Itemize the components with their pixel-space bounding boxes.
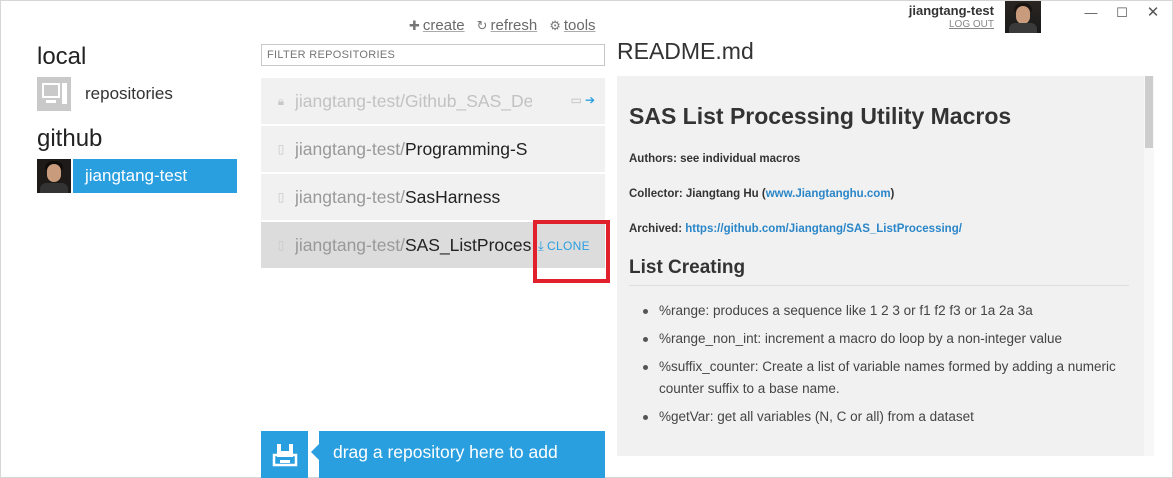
arrow-right-icon: ➔: [584, 93, 595, 107]
readme-bullet-list: %range: produces a sequence like 1 2 3 o…: [629, 300, 1129, 428]
collector-link[interactable]: www.Jiangtanghu.com: [766, 188, 891, 200]
list-item: %range_non_int: increment a macro do loo…: [641, 328, 1129, 350]
repo-row[interactable]: ▯ jiangtang-test/SasHarness: [261, 174, 605, 220]
readme-scrollbar[interactable]: [1144, 76, 1154, 456]
sidebar-item-label: repositories: [85, 84, 173, 103]
github-section-title: github: [37, 125, 103, 152]
sidebar-item-repositories[interactable]: repositories: [37, 77, 237, 111]
repo-row[interactable]: ▯ jiangtang-test/Programming-S: [261, 126, 605, 172]
logout-link[interactable]: LOG OUT: [906, 19, 994, 30]
drop-zone-label: drag a repository here to add: [319, 431, 605, 478]
readme-panel[interactable]: SAS List Processing Utility Macros Autho…: [617, 76, 1154, 456]
lock-icon: 🔒︎: [277, 93, 285, 108]
monitor-icon: ▭: [570, 93, 582, 107]
account-avatar[interactable]: [1005, 1, 1041, 33]
sidebar-item-github-account[interactable]: jiangtang-test: [37, 159, 237, 193]
readme-collector: Collector: Jiangtang Hu (www.Jiangtanghu…: [629, 188, 895, 200]
readme-subheading: List Creating: [629, 257, 1129, 286]
refresh-button[interactable]: ↻ refresh: [477, 17, 538, 34]
readme-archived: Archived: https://github.com/Jiangtang/S…: [629, 223, 962, 235]
app-window: ✚ create ↻ refresh ⚙ tools jiangtang-tes…: [0, 0, 1173, 478]
close-icon[interactable]: ✕: [1145, 5, 1161, 21]
list-item: %range: produces a sequence like 1 2 3 o…: [641, 300, 1129, 322]
avatar: [37, 159, 71, 193]
local-section-title: local: [37, 43, 87, 70]
maximize-icon[interactable]: ☐: [1114, 5, 1130, 21]
account-box: jiangtang-test LOG OUT: [906, 1, 994, 30]
list-item: %getVar: get all variables (N, C or all)…: [641, 406, 1129, 428]
readme-authors: Authors: see individual macros: [629, 153, 801, 165]
gear-icon: ⚙: [549, 17, 561, 33]
readme-title: README.md: [617, 38, 754, 64]
book-icon: ▯: [277, 142, 285, 156]
tools-button[interactable]: ⚙ tools: [549, 17, 595, 34]
filter-repositories-input[interactable]: [261, 44, 605, 66]
minimize-icon[interactable]: —: [1083, 5, 1099, 21]
repo-row[interactable]: 🔒︎ jiangtang-test/Github_SAS_Demo ▭ ➔: [261, 78, 605, 124]
repo-open-actions[interactable]: ▭ ➔: [571, 93, 595, 107]
drop-repository-icon: [261, 431, 308, 478]
account-username: jiangtang-test: [908, 3, 994, 18]
archived-link[interactable]: https://github.com/Jiangtang/SAS_ListPro…: [685, 223, 962, 235]
list-item: %suffix_counter: Create a list of variab…: [641, 356, 1129, 400]
toolbar: ✚ create ↻ refresh ⚙ tools: [409, 17, 596, 34]
clone-highlight-box: [533, 220, 610, 283]
readme-heading: SAS List Processing Utility Macros: [629, 103, 1012, 129]
create-button[interactable]: ✚ create: [409, 17, 465, 34]
plus-icon: ✚: [409, 17, 420, 33]
sidebar-item-label: jiangtang-test: [73, 159, 237, 193]
drop-zone[interactable]: drag a repository here to add: [261, 431, 605, 478]
book-icon: ▯: [277, 190, 285, 204]
refresh-icon: ↻: [476, 17, 488, 33]
scrollbar-thumb[interactable]: [1145, 76, 1153, 148]
book-icon: ▯: [277, 238, 285, 252]
computer-icon: [37, 77, 71, 111]
